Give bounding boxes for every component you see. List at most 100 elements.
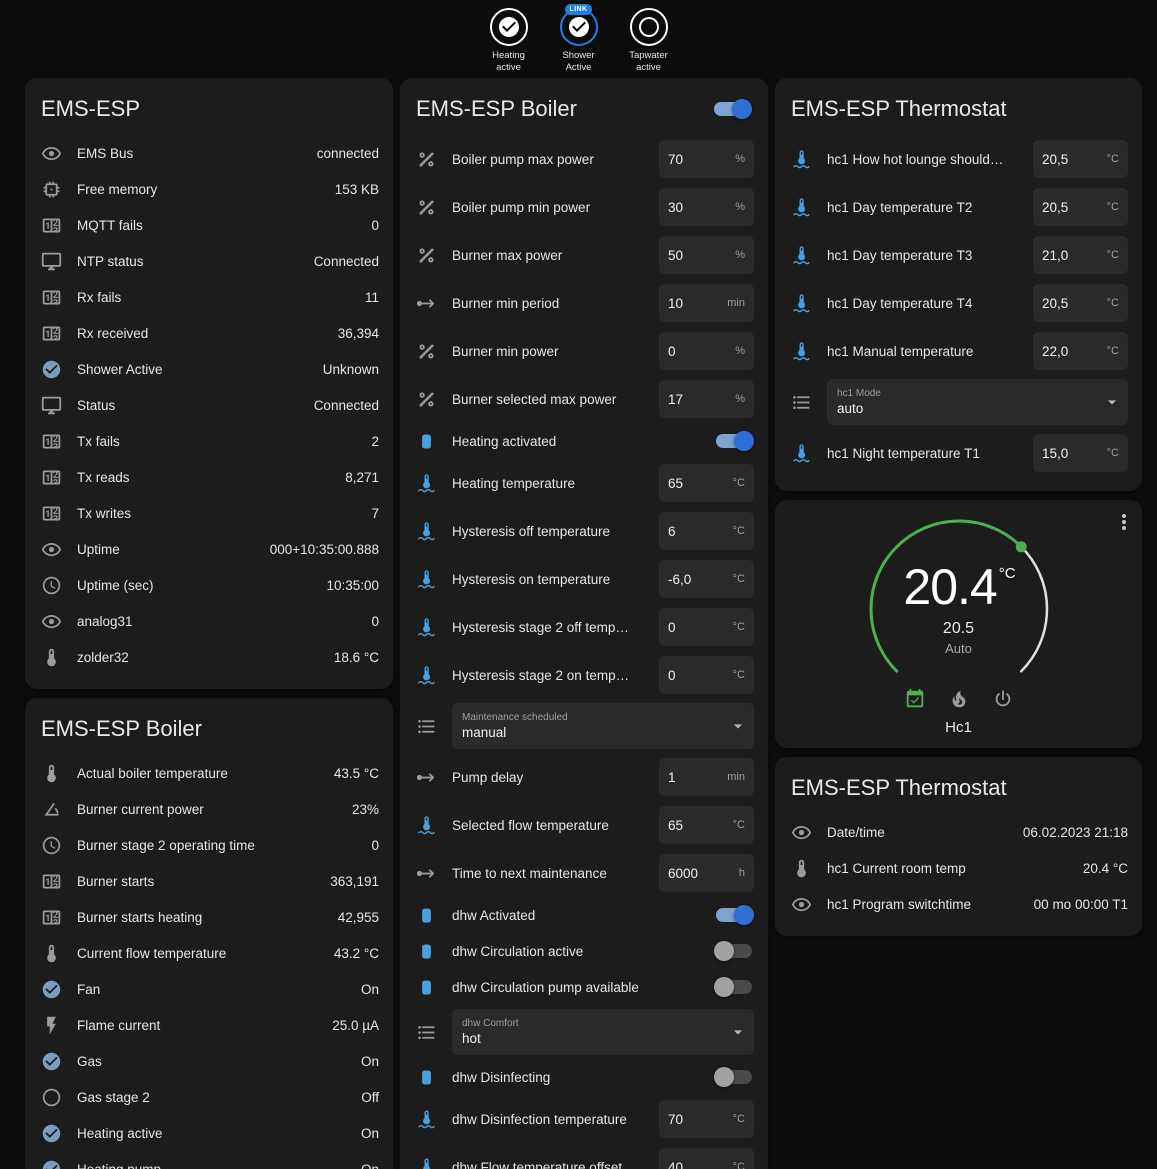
entity-rows: Actual boiler temperature43.5 °CBurner c…: [41, 755, 379, 1169]
select-field[interactable]: hc1 Modeauto: [827, 379, 1128, 425]
entity-state: 363,191: [330, 874, 379, 889]
badge-label: Tapwater active: [620, 50, 678, 75]
entity-row[interactable]: hc1 Current room temp20.4 °C: [791, 850, 1128, 886]
entity-row[interactable]: Uptime (sec)10:35:00: [41, 567, 379, 603]
number-input[interactable]: 20,5°C: [1033, 188, 1128, 226]
number-input[interactable]: 65°C: [659, 464, 754, 502]
number-row: dhw Flow temperature offset40°C: [416, 1143, 754, 1169]
entity-row[interactable]: Tx reads8,271: [41, 459, 379, 495]
number-input[interactable]: 6000h: [659, 854, 754, 892]
number-input[interactable]: 22,0°C: [1033, 332, 1128, 370]
number-input[interactable]: 20,5°C: [1033, 284, 1128, 322]
entity-row[interactable]: Date/time06.02.2023 21:18: [791, 814, 1128, 850]
thermo-water-icon: [416, 1109, 437, 1130]
number-input[interactable]: 1min: [659, 758, 754, 796]
dashboard: EMS-ESP EMS BusconnectedFree memory153 K…: [0, 78, 1157, 1169]
entity-row[interactable]: Flame current25.0 µA: [41, 1007, 379, 1043]
card-power-toggle[interactable]: [714, 102, 750, 116]
number-row: Hysteresis on temperature-6,0°C: [416, 555, 754, 603]
entity-row[interactable]: Uptime000+10:35:00.888: [41, 531, 379, 567]
caret-down-icon[interactable]: [1102, 392, 1122, 412]
number-input[interactable]: 20,5°C: [1033, 140, 1128, 178]
entity-row[interactable]: Tx fails2: [41, 423, 379, 459]
entity-row[interactable]: Burner starts363,191: [41, 863, 379, 899]
badge-tapwater-active[interactable]: Tapwater active: [620, 8, 678, 75]
entity-row[interactable]: Heating pumpOn: [41, 1151, 379, 1169]
number-value: 6: [668, 524, 733, 539]
entity-row[interactable]: analog310: [41, 603, 379, 639]
number-input[interactable]: 21,0°C: [1033, 236, 1128, 274]
entity-row[interactable]: Burner current power23%: [41, 791, 379, 827]
entity-row[interactable]: Tx writes7: [41, 495, 379, 531]
entity-state: connected: [317, 146, 379, 161]
menu-dots-icon[interactable]: [1112, 510, 1136, 534]
number-input[interactable]: -6,0°C: [659, 560, 754, 598]
number-input[interactable]: 10min: [659, 284, 754, 322]
toggle-switch[interactable]: [716, 908, 752, 922]
thermo-water-icon: [791, 197, 812, 218]
caret-down-icon[interactable]: [728, 1022, 748, 1042]
entity-row[interactable]: Burner stage 2 operating time0: [41, 827, 379, 863]
entity-state: On: [361, 1162, 379, 1169]
entity-row[interactable]: GasOn: [41, 1043, 379, 1079]
caret-down-icon[interactable]: [728, 716, 748, 736]
entity-row[interactable]: MQTT fails0: [41, 207, 379, 243]
percent-icon: [416, 197, 437, 218]
entity-state: 25.0 µA: [332, 1018, 379, 1033]
entity-row[interactable]: FanOn: [41, 971, 379, 1007]
select-field[interactable]: Maintenance scheduledmanual: [452, 703, 754, 749]
column-left: EMS-ESP EMS BusconnectedFree memory153 K…: [25, 78, 393, 1169]
thermostat-dial[interactable]: 20.4°C 20.5 Auto: [864, 514, 1054, 686]
number-row: Hysteresis stage 2 on temp…0°C: [416, 651, 754, 699]
entity-row[interactable]: Shower ActiveUnknown: [41, 351, 379, 387]
toggle-switch[interactable]: [716, 980, 752, 994]
entity-state: 06.02.2023 21:18: [1023, 825, 1128, 840]
number-unit: °C: [1107, 249, 1119, 261]
number-input[interactable]: 40°C: [659, 1148, 754, 1169]
thermometer-icon: [41, 647, 62, 668]
number-input[interactable]: 65°C: [659, 806, 754, 844]
toggle-switch[interactable]: [716, 1070, 752, 1084]
entity-row[interactable]: hc1 Program switchtime00 mo 00:00 T1: [791, 886, 1128, 922]
toggle-switch[interactable]: [716, 944, 752, 958]
entity-row[interactable]: Burner starts heating42,955: [41, 899, 379, 935]
entity-row[interactable]: zolder3218.6 °C: [41, 639, 379, 675]
toggle-switch[interactable]: [716, 434, 752, 448]
badge-heating-active[interactable]: Heating active: [480, 8, 538, 75]
entity-name: Free memory: [77, 182, 320, 197]
number-input[interactable]: 30%: [659, 188, 754, 226]
entity-row[interactable]: Rx fails11: [41, 279, 379, 315]
number-input[interactable]: 70°C: [659, 1100, 754, 1138]
toggle-thumb: [732, 99, 752, 119]
entity-row[interactable]: StatusConnected: [41, 387, 379, 423]
entity-row[interactable]: Actual boiler temperature43.5 °C: [41, 755, 379, 791]
number-input[interactable]: 6°C: [659, 512, 754, 550]
circle-outline-icon: [41, 1087, 62, 1108]
number-input[interactable]: 0%: [659, 332, 754, 370]
entity-row[interactable]: EMS Busconnected: [41, 135, 379, 171]
angle-icon: [41, 799, 62, 820]
number-input[interactable]: 15,0°C: [1033, 434, 1128, 472]
number-row: hc1 Manual temperature22,0°C: [791, 327, 1128, 375]
badge-chip: LINK: [565, 4, 593, 15]
number-input[interactable]: 50%: [659, 236, 754, 274]
select-field[interactable]: dhw Comforthot: [452, 1009, 754, 1055]
number-input[interactable]: 70%: [659, 140, 754, 178]
entity-row[interactable]: Heating activeOn: [41, 1115, 379, 1151]
number-input[interactable]: 17%: [659, 380, 754, 418]
number-row: hc1 Day temperature T220,5°C: [791, 183, 1128, 231]
entity-name: hc1 Day temperature T3: [827, 248, 1018, 263]
entity-name: Uptime: [77, 542, 255, 557]
number-row: hc1 Night temperature T115,0°C: [791, 429, 1128, 477]
entity-state: 0: [371, 838, 379, 853]
number-value: 6000: [668, 866, 739, 881]
entity-row[interactable]: Rx received36,394: [41, 315, 379, 351]
number-input[interactable]: 0°C: [659, 656, 754, 694]
entity-row[interactable]: Gas stage 2Off: [41, 1079, 379, 1115]
number-input[interactable]: 0°C: [659, 608, 754, 646]
badge-shower-active[interactable]: LINKShower Active: [550, 8, 608, 75]
select-field-label: hc1 Mode: [837, 388, 1098, 399]
entity-row[interactable]: Free memory153 KB: [41, 171, 379, 207]
entity-row[interactable]: NTP statusConnected: [41, 243, 379, 279]
entity-row[interactable]: Current flow temperature43.2 °C: [41, 935, 379, 971]
